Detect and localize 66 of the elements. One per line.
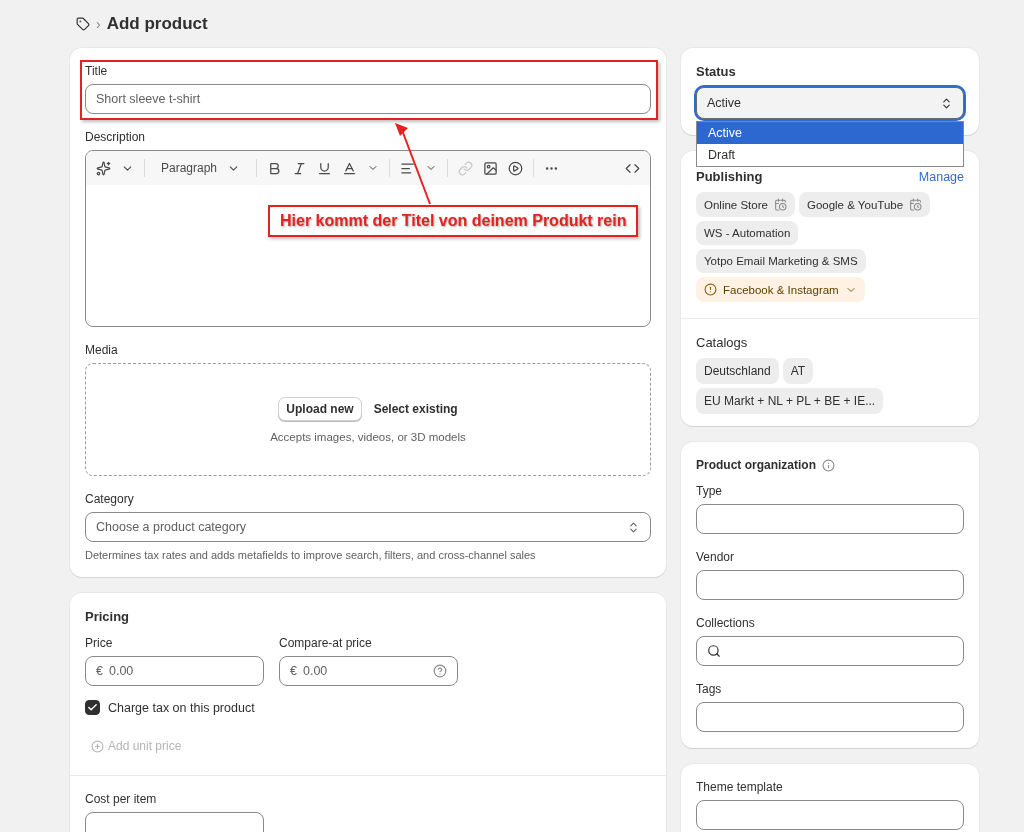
- channel-chip[interactable]: Online Store: [696, 192, 795, 217]
- text-color-icon[interactable]: [342, 160, 358, 176]
- field-label: Category: [85, 492, 135, 506]
- chevron-up-down-icon: [627, 520, 640, 534]
- channel-chip[interactable]: Facebook & Instagram: [696, 277, 865, 302]
- card-title: Catalogs: [696, 335, 749, 350]
- search-icon: [707, 644, 721, 658]
- plus-circle-icon: [91, 739, 104, 753]
- select-existing-button[interactable]: Select existing: [373, 401, 458, 416]
- upload-button[interactable]: Upload new: [278, 396, 362, 421]
- checkmark-icon: [87, 702, 98, 713]
- price-input[interactable]: € 0.00: [85, 656, 264, 686]
- catalog-chip[interactable]: AT: [782, 358, 814, 384]
- field-label: Cost per item: [85, 792, 158, 806]
- underline-icon[interactable]: [317, 160, 333, 176]
- text-input[interactable]: [696, 504, 964, 534]
- channel-chip[interactable]: Yotpo Email Marketing & SMS: [696, 249, 866, 273]
- image-icon[interactable]: [483, 160, 499, 176]
- field-label: Type: [696, 484, 723, 498]
- field-label: Price: [85, 636, 114, 650]
- card-title: Status: [696, 64, 737, 79]
- sparkle-icon[interactable]: [96, 160, 111, 176]
- title-input[interactable]: Short sleeve t-shirt: [85, 84, 651, 114]
- breadcrumb-separator: ›: [96, 16, 101, 32]
- card-title: Product organization: [696, 458, 816, 472]
- card-title: Pricing: [85, 609, 131, 624]
- catalog-chip[interactable]: Deutschland: [696, 358, 779, 384]
- field-label: Compare-at price: [279, 636, 373, 650]
- field-label: Vendor: [696, 550, 736, 564]
- status-select[interactable]: Active: [696, 87, 964, 119]
- info-icon[interactable]: [822, 458, 835, 472]
- warning-icon: [704, 283, 717, 296]
- play-icon[interactable]: [508, 160, 524, 176]
- text-input[interactable]: [696, 570, 964, 600]
- channel-chip[interactable]: Google & YouTube: [798, 192, 931, 217]
- field-label: Tags: [696, 682, 723, 696]
- media-hint: Accepts images, videos, or 3D models: [270, 430, 466, 443]
- format-select[interactable]: Paragraph: [155, 161, 247, 175]
- status-option[interactable]: Active: [697, 122, 963, 144]
- field-label: Collections: [696, 616, 756, 630]
- category-select[interactable]: Choose a product category: [85, 512, 651, 542]
- catalog-chip[interactable]: EU Markt + NL + PL + BE + IE...: [696, 388, 884, 414]
- calendar-clock-icon: [909, 198, 923, 211]
- field-label: Media: [85, 343, 119, 357]
- field-label: Description: [85, 130, 147, 144]
- help-text: Determines tax rates and adds metafields to improve search, filters, and cross-channel sales: [85, 549, 537, 561]
- chevron-up-down-icon: [940, 96, 953, 110]
- tag-icon[interactable]: [76, 17, 90, 31]
- price-input[interactable]: € 0.00: [279, 656, 458, 686]
- italic-icon[interactable]: [292, 160, 308, 176]
- page-title: Add product: [106, 14, 208, 34]
- checkbox[interactable]: [85, 700, 100, 715]
- align-left-icon[interactable]: [400, 160, 416, 176]
- text-input[interactable]: [696, 702, 964, 732]
- checkbox-label: Charge tax on this product: [108, 700, 255, 715]
- field-label: Title: [85, 64, 109, 78]
- annotation-callout: Hier kommt der Titel von deinem Produkt rein: [268, 205, 639, 237]
- field-label: Theme template: [696, 780, 784, 794]
- card-title: Publishing: [696, 169, 763, 184]
- media-dropzone[interactable]: Upload new Select existing Accepts images, videos, or 3D models: [85, 363, 651, 476]
- theme-select[interactable]: [696, 800, 964, 830]
- help-icon[interactable]: [433, 664, 447, 678]
- manage-link[interactable]: Manage: [918, 169, 964, 184]
- text-input[interactable]: [696, 636, 964, 666]
- channel-chip[interactable]: WS - Automation: [696, 221, 799, 245]
- calendar-clock-icon: [773, 198, 787, 211]
